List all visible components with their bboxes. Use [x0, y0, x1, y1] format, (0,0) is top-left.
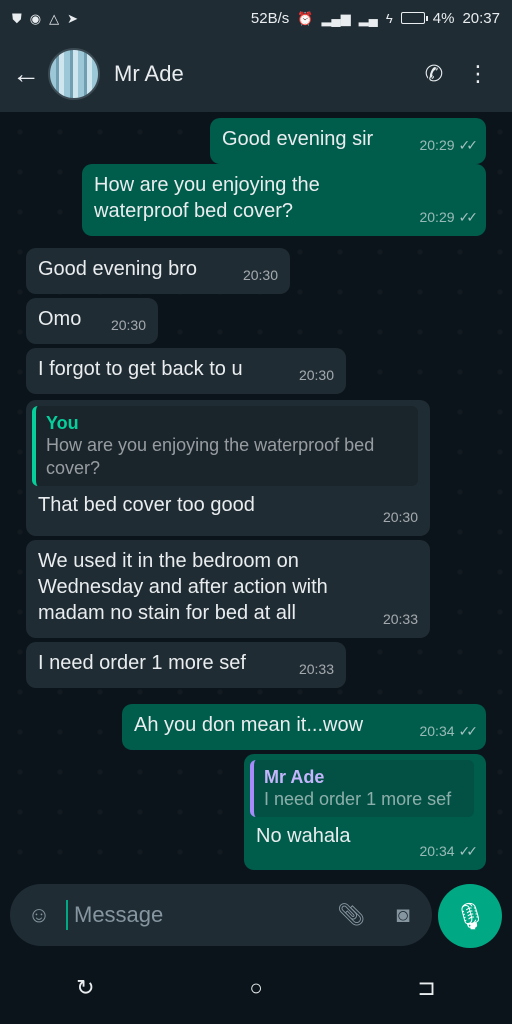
message-bubble-incoming[interactable]: Good evening bro 20:30 [26, 248, 290, 294]
back-arrow-icon[interactable]: ← [12, 58, 46, 90]
message-time: 20:30 [242, 267, 278, 283]
double-check-icon: ✓✓ [458, 137, 479, 153]
network-speed: 52B/s [250, 9, 290, 27]
camera-icon[interactable]: ◙ [386, 898, 420, 932]
double-check-icon: ✓✓ [458, 723, 479, 739]
system-navigation-bar: ↻ ○ ⊐ [0, 952, 512, 1024]
message-time: 20:30 [382, 509, 418, 525]
paperclip-icon[interactable]: 📎︎ [334, 898, 368, 932]
double-check-icon: ✓✓ [458, 843, 479, 859]
microphone-button[interactable]: 🎙︎ [438, 884, 502, 948]
message-bubble-incoming[interactable]: I forgot to get back to u 20:30 [26, 348, 346, 394]
battery-icon [400, 12, 428, 24]
signal-icon: ▂▄▆ [321, 10, 351, 26]
contact-name[interactable]: Mr Ade [114, 61, 412, 87]
message-text: We used it in the bedroom on Wednesday a… [38, 550, 328, 624]
quote-author: Mr Ade [264, 767, 325, 787]
triangle-icon: △ [49, 10, 60, 26]
contact-avatar[interactable] [48, 48, 100, 100]
quoted-message[interactable]: You How are you enjoying the waterproof … [32, 406, 418, 486]
microphone-icon: 🎙︎ [453, 900, 487, 931]
message-meta: 20:34 ✓✓ [419, 723, 479, 739]
message-time: 20:30 [298, 367, 334, 383]
chat-header: ← Mr Ade ✆ ⋮ [0, 36, 512, 112]
battery-level: 4% [432, 9, 455, 27]
back-icon[interactable]: ⊐ [411, 972, 443, 1004]
recent-apps-icon[interactable]: ↻ [69, 972, 101, 1004]
shield-icon: ⛊ [12, 10, 22, 26]
message-composer: ☺ Message 📎︎ ◙ [10, 884, 432, 946]
message-bubble-outgoing[interactable]: Ah you don mean it...wow 20:34 ✓✓ [122, 704, 486, 750]
message-bubble-incoming[interactable]: Omo 20:30 [26, 298, 158, 344]
message-meta: 20:29 ✓✓ [419, 137, 479, 153]
home-icon[interactable]: ○ [240, 972, 272, 1004]
message-bubble-incoming-reply[interactable]: You How are you enjoying the waterproof … [26, 400, 430, 536]
message-bubble-outgoing-reply[interactable]: Mr Ade I need order 1 more sef No wahala… [244, 754, 486, 870]
quote-author: You [46, 413, 79, 433]
message-time: 20:33 [382, 611, 418, 627]
message-time: 20:33 [298, 661, 334, 677]
quoted-message[interactable]: Mr Ade I need order 1 more sef [250, 760, 474, 817]
message-meta: 20:29 ✓✓ [419, 209, 479, 225]
message-text: Good evening bro [38, 258, 198, 280]
message-input[interactable]: Message [66, 900, 334, 930]
chat-messages[interactable]: Good evening sir 20:29 ✓✓ How are you enj… [0, 112, 512, 877]
chat-icon: ◉ [29, 10, 42, 26]
add-call-icon[interactable]: ✆ [412, 61, 456, 87]
message-bubble-outgoing[interactable]: How are you enjoying the waterproof bed … [82, 164, 486, 236]
message-text: Good evening sir [222, 128, 374, 150]
telegram-icon: ➤ [67, 10, 79, 26]
status-right-icons: 52B/s ⏰ ▂▄▆ ▂▄ ϟ 4% 20:37 [251, 10, 500, 27]
message-text: How are you enjoying the waterproof bed … [94, 174, 320, 222]
message-text: Ah you don mean it...wow [134, 714, 364, 736]
message-text: I forgot to get back to u [38, 358, 243, 380]
alarm-icon: ⏰ [297, 10, 314, 26]
sticker-icon[interactable]: ☺ [22, 898, 56, 932]
message-text: Omo [38, 308, 82, 330]
clock: 20:37 [462, 9, 500, 27]
message-bubble-incoming[interactable]: I need order 1 more sef 20:33 [26, 642, 346, 688]
status-bar: ⛊ ◉ △ ➤ 52B/s ⏰ ▂▄▆ ▂▄ ϟ 4% 20:37 [0, 0, 512, 36]
signal-icon-2: ▂▄ [358, 10, 378, 26]
message-text: That bed cover too good [38, 494, 255, 516]
kebab-menu-icon[interactable]: ⋮ [456, 61, 500, 87]
quote-text: I need order 1 more sef [264, 789, 452, 809]
charging-icon: ϟ [385, 10, 393, 26]
message-bubble-outgoing[interactable]: Good evening sir 20:29 ✓✓ [210, 118, 486, 164]
message-bubble-incoming[interactable]: We used it in the bedroom on Wednesday a… [26, 540, 430, 638]
double-check-icon: ✓✓ [458, 209, 479, 225]
message-meta: 20:34 ✓✓ [419, 843, 479, 859]
message-time: 20:30 [110, 317, 146, 333]
quote-text: How are you enjoying the waterproof bed … [46, 435, 375, 478]
message-text: I need order 1 more sef [38, 652, 246, 674]
status-left-icons: ⛊ ◉ △ ➤ [12, 12, 78, 25]
